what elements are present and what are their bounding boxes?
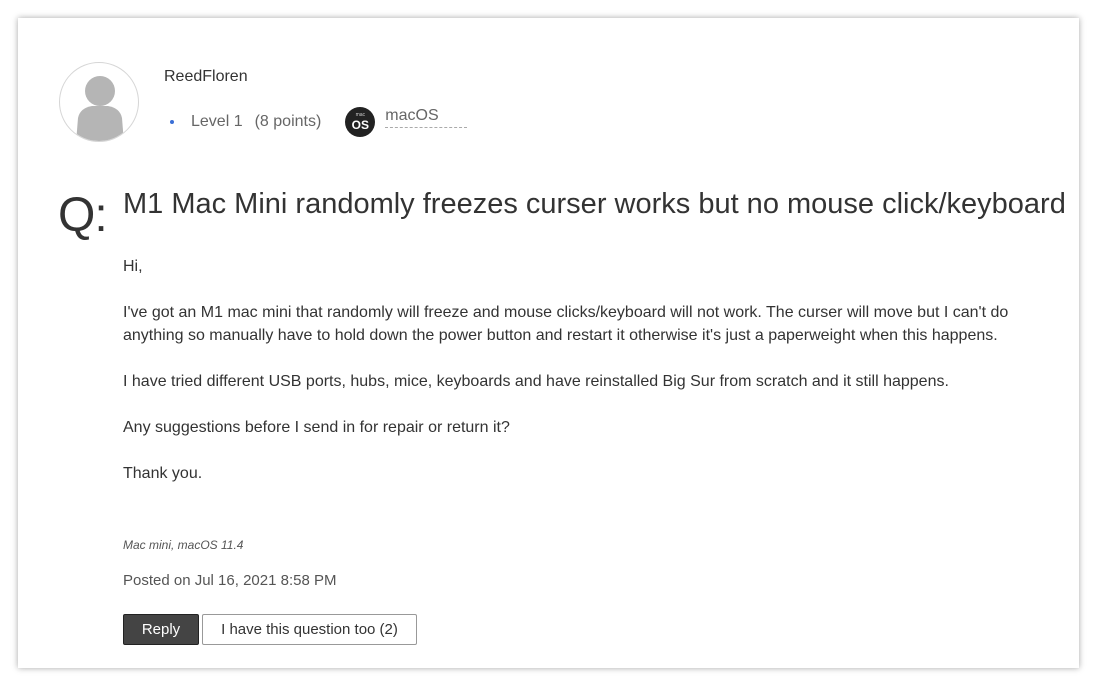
- macos-badge-big-text: OS: [351, 118, 369, 132]
- avatar[interactable]: [59, 62, 139, 142]
- action-buttons: Reply I have this question too (2): [123, 614, 417, 645]
- author-name[interactable]: ReedFloren: [164, 68, 248, 86]
- body-paragraph: I have tried different USB ports, hubs, …: [123, 373, 949, 390]
- reply-button[interactable]: Reply: [123, 614, 199, 645]
- macos-badge-icon: mac OS: [345, 107, 376, 137]
- product-tag: Mac mini, macOS 11.4: [123, 538, 244, 552]
- body-paragraph: Any suggestions before I send in for rep…: [123, 419, 510, 436]
- body-paragraph: I've got an M1 mac mini that randomly wi…: [123, 304, 1009, 344]
- level-dot-icon: [170, 120, 174, 124]
- question-card: ReedFloren Level 1 (8 points) mac OS mac…: [18, 18, 1079, 668]
- body-paragraph: Thank you.: [123, 465, 203, 482]
- community-link-macos[interactable]: macOS: [385, 107, 467, 128]
- author-meta: Level 1 (8 points) mac OS macOS: [170, 107, 467, 137]
- default-user-icon: [76, 76, 124, 141]
- question-marker: Q:: [58, 189, 108, 242]
- question-title: M1 Mac Mini randomly freezes curser work…: [123, 188, 1066, 220]
- posted-timestamp: Posted on Jul 16, 2021 8:58 PM: [123, 572, 337, 589]
- author-points: (8 points): [254, 113, 322, 130]
- me-too-button[interactable]: I have this question too (2): [202, 614, 417, 645]
- body-paragraph: Hi,: [123, 258, 143, 275]
- question-body: Hi, I've got an M1 mac mini that randoml…: [123, 255, 1023, 508]
- author-level: Level 1: [191, 113, 243, 130]
